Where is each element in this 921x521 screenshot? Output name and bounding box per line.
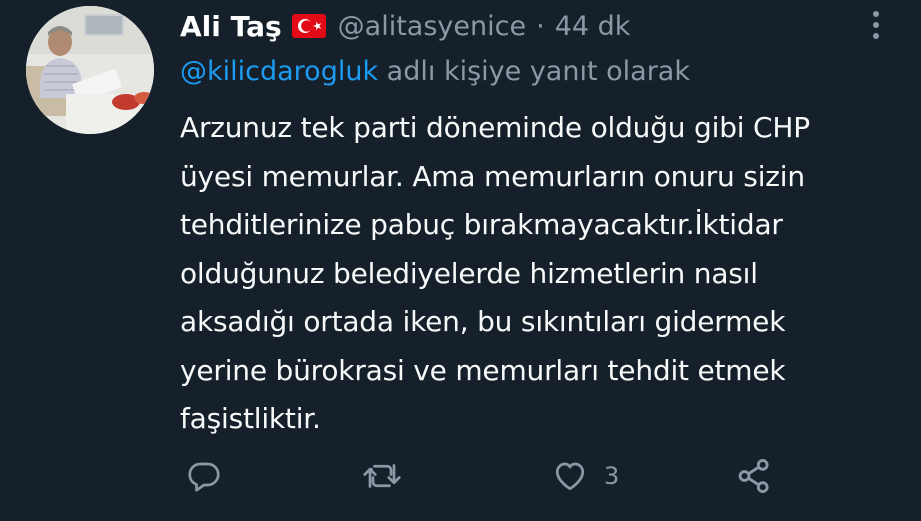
reply-icon — [188, 462, 220, 492]
reply-button[interactable] — [186, 454, 222, 498]
share-icon — [738, 459, 769, 493]
share-button[interactable] — [735, 454, 773, 498]
reply-suffix: adlı kişiye yanıt olarak — [378, 56, 690, 87]
timestamp[interactable]: 44 dk — [555, 11, 631, 42]
tweet-actions: 3 — [0, 454, 921, 498]
tweet-header: Ali Taş @alitasyenice · 44 dk — [180, 6, 630, 46]
separator-dot: · — [536, 10, 545, 42]
more-options-icon[interactable] — [868, 10, 884, 40]
tweet-text: Arzunuz tek parti döneminde olduğu gibi … — [180, 111, 810, 435]
avatar[interactable] — [26, 6, 154, 134]
reply-mention-link[interactable]: @kilicdarogluk — [180, 56, 378, 87]
like-count: 3 — [604, 462, 620, 490]
author-handle[interactable]: @alitasyenice — [338, 11, 526, 42]
author-name[interactable]: Ali Taş — [180, 10, 282, 43]
turkey-flag-icon — [291, 14, 326, 38]
heart-icon — [555, 462, 585, 491]
retweet-icon — [363, 464, 401, 488]
retweet-button[interactable] — [362, 454, 402, 498]
like-button[interactable]: 3 — [552, 454, 619, 498]
replying-to: @kilicdarogluk adlı kişiye yanıt olarak — [180, 56, 690, 87]
avatar-image — [26, 6, 154, 134]
tweet: Ali Taş @alitasyenice · 44 dk @kilicdaro… — [0, 0, 921, 521]
